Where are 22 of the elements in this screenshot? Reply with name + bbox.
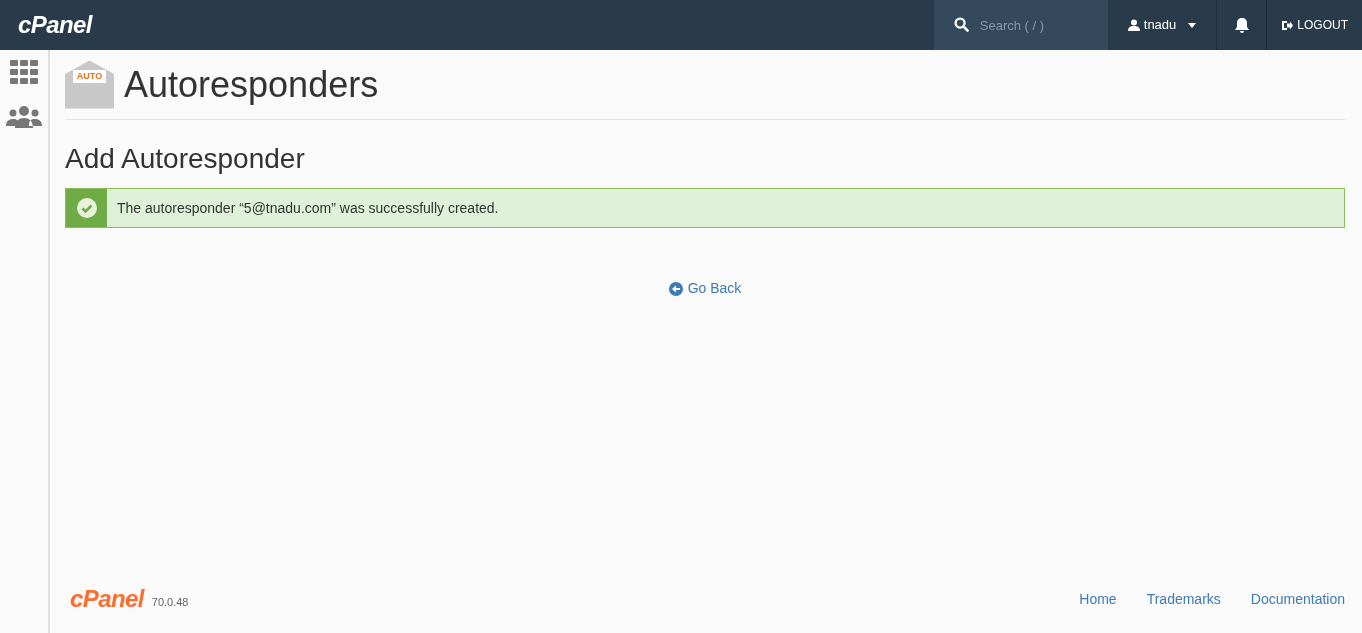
version-number: 70.0.48 bbox=[151, 594, 189, 610]
bell-icon bbox=[1234, 17, 1249, 33]
envelope-label: AUTO bbox=[72, 69, 107, 83]
user-icon bbox=[1127, 19, 1140, 31]
check-circle-icon bbox=[76, 198, 97, 218]
users-icon[interactable] bbox=[6, 106, 42, 128]
cpanel-logo: cPanel bbox=[70, 584, 144, 614]
caret-icon bbox=[1188, 22, 1197, 28]
footer-link[interactable]: Trademarks bbox=[1146, 588, 1221, 610]
page-title: Autoresponders bbox=[124, 62, 379, 107]
search-field[interactable]: Search ( / ) bbox=[933, 0, 1108, 50]
footer-link[interactable]: Documentation bbox=[1250, 588, 1345, 610]
footer-link[interactable]: Home bbox=[1079, 588, 1117, 610]
logout-icon bbox=[1281, 19, 1294, 31]
section-heading: Add Autoresponder bbox=[65, 142, 306, 176]
user-menu[interactable]: tnadu bbox=[1107, 0, 1218, 50]
cpanel-logo[interactable]: cPanel bbox=[18, 7, 92, 43]
go-back-link[interactable]: Go Back bbox=[668, 278, 742, 299]
grid-icon[interactable] bbox=[10, 60, 38, 84]
search-icon bbox=[953, 17, 969, 32]
logout-button[interactable]: LOGOUT bbox=[1267, 0, 1362, 50]
alert-message: The autoresponder “5@tnadu.com” was successfully created. bbox=[116, 198, 499, 218]
